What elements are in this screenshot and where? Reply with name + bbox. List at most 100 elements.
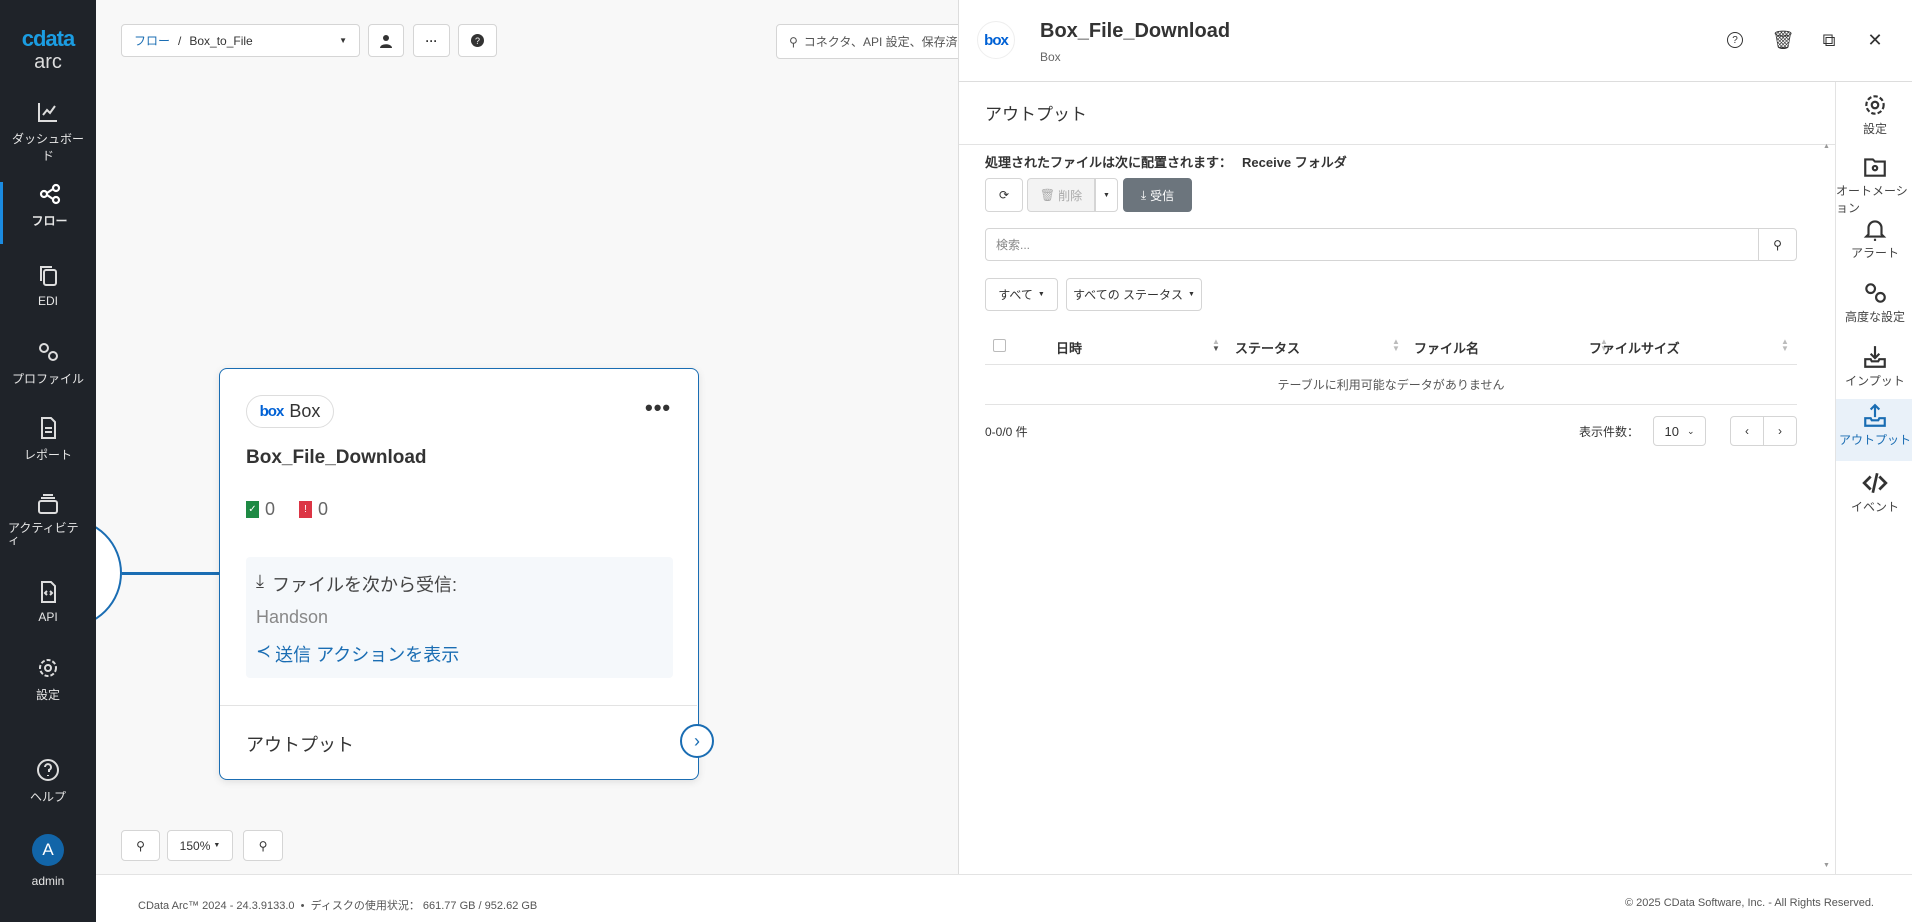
box-logo: box: [977, 21, 1015, 59]
sidebar-item-edi[interactable]: EDI: [0, 264, 96, 308]
help-icon[interactable]: ?: [1723, 28, 1747, 52]
delete-button[interactable]: 🗑 削除: [1027, 178, 1095, 212]
connector-badge: box Box: [246, 395, 334, 428]
section-title: アウトプット: [985, 105, 1087, 124]
sidebar-item-help[interactable]: ヘルプ: [0, 758, 96, 805]
sidebar-item-api[interactable]: API: [0, 580, 96, 624]
sidebar-item-settings[interactable]: 設定: [0, 656, 96, 703]
sidebar-item-flow[interactable]: フロー: [0, 182, 96, 244]
sidebar-item-dashboard[interactable]: ダッシュボード: [0, 100, 96, 164]
delete-options-caret[interactable]: ▼: [1095, 178, 1118, 212]
sidebar-item-report[interactable]: レポート: [0, 416, 96, 463]
column-header-filesize[interactable]: ファイルサイズ: [1589, 338, 1680, 357]
node-title: Box_File_Download: [246, 447, 427, 468]
success-count[interactable]: ✓ 0: [246, 499, 275, 520]
zoom-in-icon: ⚲: [136, 838, 145, 853]
zoom-out-icon: ⚲: [258, 838, 268, 853]
node-info-box: ⤓ ファイルを次から受信: Handson ≺ 送信 アクションを表示: [246, 557, 673, 678]
receive-button[interactable]: ⤓ 受信: [1123, 178, 1192, 212]
breadcrumb-current: Box_to_File: [189, 33, 253, 48]
panel-subtitle: Box: [1040, 50, 1061, 64]
chevron-down-icon: ⌄: [1686, 425, 1695, 436]
rail-item-input[interactable]: インプット: [1836, 344, 1912, 389]
rail-item-settings[interactable]: 設定: [1836, 92, 1912, 137]
sidebar-item-activity[interactable]: アクティビティ: [0, 492, 96, 546]
receive-folder: Handson: [256, 607, 329, 627]
zoom-out-button[interactable]: ⚲: [243, 830, 283, 861]
zoom-in-button[interactable]: ⚲: [121, 830, 160, 861]
filter-all-dropdown[interactable]: すべて ▼: [985, 278, 1058, 311]
layers-icon: [38, 494, 58, 514]
refresh-button[interactable]: ⟳: [985, 178, 1023, 212]
prev-page-button[interactable]: ‹: [1730, 416, 1764, 446]
avatar: A: [32, 834, 64, 866]
search-icon: ⚲: [789, 34, 798, 49]
trash-icon[interactable]: 🗑: [1771, 28, 1795, 52]
search-icon[interactable]: ⚲: [1758, 229, 1796, 260]
folder-gear-icon: [1864, 158, 1886, 177]
select-all-checkbox[interactable]: [993, 339, 1006, 352]
help-button[interactable]: ?: [458, 24, 497, 57]
scroll-up-arrow[interactable]: ▲: [1823, 143, 1830, 150]
column-header-status[interactable]: ステータス: [1235, 338, 1300, 357]
filter-status-dropdown[interactable]: すべての ステータス ▼: [1066, 278, 1202, 311]
gear-icon: [1865, 95, 1885, 115]
rail-item-events[interactable]: イベント: [1836, 470, 1912, 515]
caret-down-icon: ▼: [1037, 291, 1045, 298]
breadcrumb-root[interactable]: フロー: [134, 32, 170, 49]
gears-icon: [1865, 283, 1886, 303]
external-link-icon[interactable]: ⧉: [1817, 28, 1841, 52]
next-page-button[interactable]: ›: [1763, 416, 1797, 446]
column-header-datetime[interactable]: 日時: [1056, 338, 1082, 357]
connector-panel: box Box_File_Download Box ? 🗑 ⧉ ✕ アウトプット…: [958, 0, 1912, 874]
show-send-action-link[interactable]: ≺ 送信 アクションを表示: [256, 641, 459, 667]
rail-item-alerts[interactable]: アラート: [1836, 216, 1912, 261]
page-size-select[interactable]: 10 ⌄: [1653, 416, 1706, 446]
node-menu-button[interactable]: •••: [645, 395, 671, 421]
sidebar-item-profile[interactable]: プロファイル: [0, 340, 96, 387]
download-icon: ⤓: [1140, 187, 1147, 202]
output-label[interactable]: アウトプット: [246, 731, 354, 757]
flow-breadcrumb-dropdown[interactable]: フロー / Box_to_File ▼: [121, 24, 360, 57]
more-button[interactable]: ···: [413, 24, 450, 57]
question-circle-icon: ?: [471, 34, 484, 47]
bell-icon: [1863, 220, 1887, 241]
connector-line: [122, 572, 219, 575]
user-menu[interactable]: Aadmin: [0, 834, 96, 888]
zoom-level-dropdown[interactable]: 150% ▼: [167, 830, 233, 861]
chart-line-icon: [38, 103, 57, 122]
file-check-icon: ✓: [246, 501, 259, 518]
user-icon: [380, 34, 392, 48]
column-header-filename[interactable]: ファイル名: [1414, 338, 1479, 357]
box-logo: box: [259, 403, 285, 420]
user-button[interactable]: [368, 24, 404, 57]
refresh-icon: ⟳: [998, 188, 1010, 202]
panel-rail: 設定 オートメーション アラート 高度な設定 インプット アウトプット イベント: [1835, 82, 1912, 874]
scroll-down-arrow[interactable]: ▼: [1823, 862, 1830, 869]
file-code-icon: [41, 581, 56, 603]
rail-item-advanced[interactable]: 高度な設定: [1836, 280, 1912, 325]
copyright: © 2025 CData Software, Inc. - All Rights…: [1625, 897, 1874, 909]
sort-icon[interactable]: ▲ ▼: [1781, 338, 1789, 353]
search-input[interactable]: 検索... ⚲: [985, 228, 1797, 261]
global-search-input[interactable]: ⚲ コネクタ、API 設定、保存済み: [776, 24, 976, 59]
gears-icon: [39, 343, 58, 361]
chevron-right-icon[interactable]: ›: [680, 724, 714, 758]
file-text-icon: [41, 417, 56, 439]
sort-icon[interactable]: ▲ ▼: [1392, 338, 1400, 353]
rail-item-automation[interactable]: オートメーション: [1836, 154, 1912, 216]
inbox-out-icon: [1864, 403, 1886, 427]
flow-node-card[interactable]: box Box ••• Box_File_Download ✓ 0 ! 0 ⤓ ファイル…: [219, 368, 714, 780]
logo[interactable]: cdata arc: [0, 26, 96, 72]
breadcrumb-sep: /: [178, 33, 182, 48]
help-icon: [37, 759, 59, 781]
copy-icon: [40, 266, 57, 286]
rail-item-output[interactable]: アウトプット: [1836, 399, 1912, 461]
error-count[interactable]: ! 0: [299, 499, 328, 520]
gear-icon: [39, 659, 57, 677]
close-icon[interactable]: ✕: [1863, 28, 1887, 52]
sort-icon[interactable]: ▲ ▼: [1212, 338, 1220, 353]
caret-down-icon: ▼: [1188, 291, 1195, 298]
chevron-right-icon: ›: [1778, 424, 1782, 438]
ellipsis-icon: ···: [425, 33, 438, 48]
